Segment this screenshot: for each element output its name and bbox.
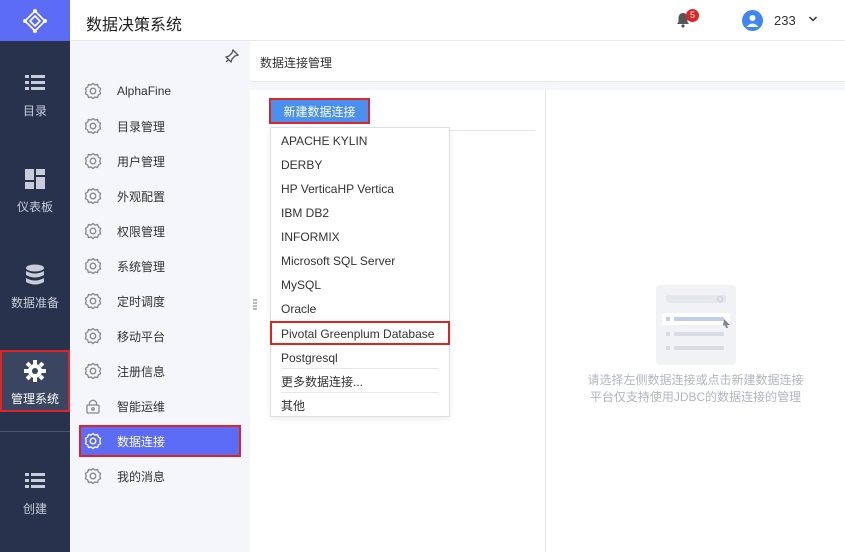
- rail-item-dashboard[interactable]: 仪表板: [0, 168, 70, 215]
- dropdown-option[interactable]: DERBY: [271, 153, 449, 177]
- gear-icon: [84, 362, 102, 380]
- subnav-item-label: 权限管理: [117, 224, 166, 239]
- empty-state-line-2: 平台仅支持使用JDBC的数据连接的管理: [589, 390, 802, 404]
- dropdown-option[interactable]: Postgresql: [271, 346, 449, 370]
- subnav-item-label: 定时调度: [117, 294, 166, 309]
- gear-icon: [84, 467, 102, 485]
- page-title: 数据连接管理: [260, 56, 333, 70]
- rail-item-catalog[interactable]: 目录: [0, 72, 70, 119]
- subnav-item-label: 我的消息: [117, 469, 166, 484]
- dropdown-option[interactable]: IBM DB2: [271, 201, 449, 225]
- subnav-item-user-mgmt[interactable]: 用户管理: [80, 146, 240, 176]
- dropdown-option[interactable]: Microsoft SQL Server: [271, 249, 449, 273]
- gear-icon: [24, 360, 46, 382]
- gear-icon: [84, 222, 102, 240]
- rail-item-data-prep[interactable]: 数据准备: [0, 264, 70, 311]
- gear-icon: [84, 327, 102, 345]
- create-list-icon: [24, 470, 46, 492]
- list-icon: [24, 72, 46, 94]
- subnav-item-label: 目录管理: [117, 119, 166, 134]
- subnav-item-permission-mgmt[interactable]: 权限管理: [80, 216, 240, 246]
- dropdown-option[interactable]: MySQL: [271, 273, 449, 297]
- dropdown-option[interactable]: APACHE KYLIN: [271, 129, 449, 153]
- rail-item-label: 目录: [22, 104, 47, 118]
- app-logo[interactable]: [0, 0, 70, 41]
- chevron-down-icon[interactable]: [808, 14, 818, 24]
- lock-icon: [84, 397, 102, 415]
- empty-state-line-1: 请选择左侧数据连接或点击新建数据连接: [587, 373, 804, 387]
- empty-state-illustration: [656, 285, 736, 365]
- dropdown-option[interactable]: 更多数据连接...: [271, 370, 449, 394]
- database-icon: [24, 264, 46, 286]
- pane-divider[interactable]: [545, 90, 546, 552]
- avatar[interactable]: [742, 10, 763, 31]
- subnav-item-label: 注册信息: [117, 364, 166, 379]
- subnav-item-system-mgmt[interactable]: 系统管理: [80, 251, 240, 281]
- rail-item-label: 数据准备: [10, 296, 59, 310]
- gear-icon: [84, 187, 102, 205]
- content-gap: [250, 82, 845, 90]
- rail-item-admin[interactable]: 管理系统: [0, 350, 70, 412]
- dashboard-icon: [24, 168, 46, 190]
- rail-item-label: 仪表板: [16, 200, 53, 214]
- connection-type-dropdown: APACHE KYLIN DERBY HP VerticaHP Vertica IBM…: [270, 127, 450, 417]
- subnav-item-appearance[interactable]: 外观配置: [80, 181, 240, 211]
- rail-item-label: 管理系统: [10, 392, 59, 406]
- subnav-item-label: 外观配置: [117, 189, 166, 204]
- pin-icon[interactable]: [225, 49, 239, 63]
- dropdown-option[interactable]: INFORMIX: [271, 225, 449, 249]
- subnav-item-smart-ops[interactable]: 智能运维: [80, 391, 240, 421]
- gear-icon: [84, 152, 102, 170]
- gear-icon: [84, 82, 102, 100]
- subnav-item-label: AlphaFine: [117, 84, 172, 98]
- dropdown-option[interactable]: HP VerticaHP Vertica: [271, 177, 449, 201]
- subnav-item-label: 用户管理: [117, 154, 166, 169]
- user-icon: [746, 15, 759, 27]
- subnav-item-mobile-platform[interactable]: 移动平台: [80, 321, 240, 351]
- subnav-item-alphafine[interactable]: AlphaFine: [80, 76, 240, 106]
- new-connection-button[interactable]: 新建数据连接: [269, 98, 370, 124]
- subnav-item-label: 智能运维: [117, 399, 166, 414]
- subnav-item-data-connection[interactable]: 数据连接: [79, 425, 241, 457]
- gear-icon: [84, 292, 102, 310]
- subnav-item-registration[interactable]: 注册信息: [80, 356, 240, 386]
- dropdown-separator: [281, 368, 439, 369]
- subnav-item-label: 系统管理: [117, 259, 166, 274]
- subnav-item-label: 移动平台: [117, 329, 166, 344]
- dropdown-option[interactable]: Pivotal Greenplum Database: [270, 321, 450, 345]
- username[interactable]: 233: [774, 13, 796, 28]
- gear-icon: [84, 432, 102, 450]
- main-rail: 目录 仪表板 数据准备 管理系统 创建: [0, 0, 70, 552]
- logo-icon: [23, 8, 47, 33]
- subnav-item-label: 数据连接: [117, 434, 166, 449]
- rail-divider: [0, 431, 70, 432]
- subnav-item-my-messages[interactable]: 我的消息: [80, 461, 240, 491]
- gear-icon: [84, 117, 102, 135]
- gear-icon: [84, 257, 102, 275]
- subnav-item-catalog-mgmt[interactable]: 目录管理: [80, 111, 240, 141]
- dropdown-option[interactable]: Oracle: [271, 297, 449, 321]
- dropdown-option[interactable]: 其他: [271, 394, 449, 418]
- notification-badge: 5: [686, 9, 699, 22]
- empty-state-text: 请选择左侧数据连接或点击新建数据连接 平台仅支持使用JDBC的数据连接的管理: [546, 372, 845, 406]
- rail-item-create[interactable]: 创建: [0, 470, 70, 517]
- dropdown-separator: [281, 392, 439, 393]
- top-header: 数据决策系统 5 233: [70, 0, 845, 41]
- subnav-item-scheduling[interactable]: 定时调度: [80, 286, 240, 316]
- empty-list-icon: [662, 295, 730, 350]
- rail-item-label: 创建: [22, 502, 47, 516]
- app-title: 数据决策系统: [86, 17, 183, 34]
